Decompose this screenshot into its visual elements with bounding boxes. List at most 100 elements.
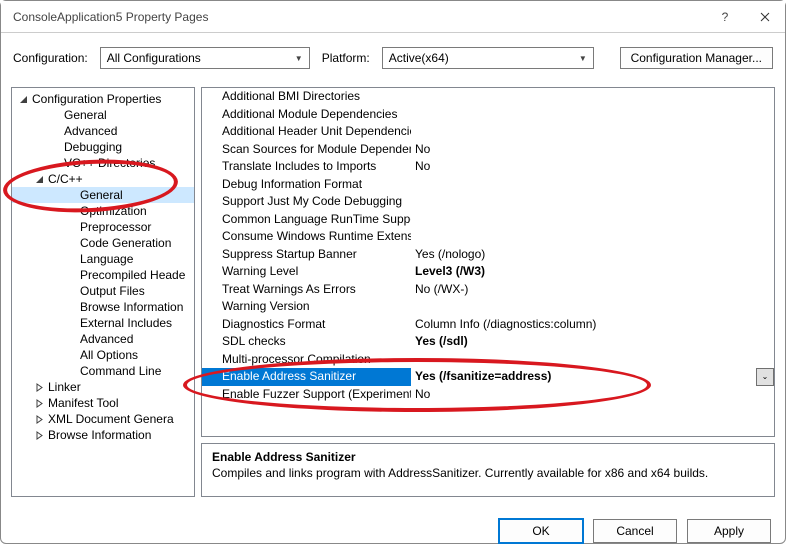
tree-item[interactable]: General bbox=[12, 187, 194, 203]
property-value[interactable]: Column Info (/diagnostics:column) bbox=[411, 316, 774, 334]
property-value[interactable]: Yes (/sdl) bbox=[411, 333, 774, 351]
property-name: Suppress Startup Banner bbox=[202, 246, 411, 264]
window-title: ConsoleApplication5 Property Pages bbox=[13, 10, 705, 24]
tree-pane[interactable]: Configuration PropertiesGeneralAdvancedD… bbox=[11, 87, 195, 497]
property-name: Enable Address Sanitizer bbox=[202, 368, 411, 386]
chevron-down-icon: ▼ bbox=[295, 54, 303, 63]
property-name: Enable Fuzzer Support (Experimental) bbox=[202, 386, 411, 404]
property-row[interactable]: Debug Information Format bbox=[202, 176, 774, 194]
cancel-button[interactable]: Cancel bbox=[593, 519, 677, 543]
property-value[interactable] bbox=[411, 176, 774, 194]
tree-item-linker[interactable]: Linker bbox=[12, 379, 194, 395]
tree-item[interactable]: General bbox=[12, 107, 194, 123]
property-value[interactable]: No bbox=[411, 141, 774, 159]
dialog-footer: OK Cancel Apply bbox=[1, 507, 785, 559]
property-value[interactable]: No (/WX-) bbox=[411, 281, 774, 299]
tree-item[interactable]: Advanced bbox=[12, 331, 194, 347]
configuration-dropdown[interactable]: All Configurations ▼ bbox=[100, 47, 310, 69]
property-row[interactable]: Enable Fuzzer Support (Experimental)No bbox=[202, 386, 774, 404]
property-name: Debug Information Format bbox=[202, 176, 411, 194]
expander-open-icon[interactable] bbox=[18, 94, 29, 105]
property-row[interactable]: Additional BMI Directories bbox=[202, 88, 774, 106]
tree-item[interactable]: Advanced bbox=[12, 123, 194, 139]
expander-closed-icon[interactable] bbox=[34, 414, 45, 425]
expander-closed-icon[interactable] bbox=[34, 430, 45, 441]
property-name: Additional Header Unit Dependencies bbox=[202, 123, 411, 141]
chevron-down-icon: ▼ bbox=[579, 54, 587, 63]
description-body: Compiles and links program with AddressS… bbox=[212, 466, 764, 480]
tree-item[interactable]: Code Generation bbox=[12, 235, 194, 251]
property-value[interactable]: Yes (/nologo) bbox=[411, 246, 774, 264]
property-row[interactable]: Treat Warnings As ErrorsNo (/WX-) bbox=[202, 281, 774, 299]
ok-button[interactable]: OK bbox=[499, 519, 583, 543]
right-pane: Additional BMI DirectoriesAdditional Mod… bbox=[201, 87, 775, 497]
tree-item[interactable]: VC++ Directories bbox=[12, 155, 194, 171]
property-value[interactable] bbox=[411, 88, 774, 106]
platform-label: Platform: bbox=[322, 51, 370, 65]
property-name: Multi-processor Compilation bbox=[202, 351, 411, 369]
tree-item-manifest[interactable]: Manifest Tool bbox=[12, 395, 194, 411]
property-value[interactable] bbox=[411, 123, 774, 141]
property-value[interactable] bbox=[411, 351, 774, 369]
property-name: Warning Version bbox=[202, 298, 411, 316]
property-value[interactable]: No bbox=[411, 386, 774, 404]
close-icon bbox=[760, 12, 770, 22]
property-dropdown-button[interactable]: ⌄ bbox=[756, 368, 774, 386]
help-button[interactable]: ? bbox=[705, 1, 745, 33]
expander-closed-icon[interactable] bbox=[34, 398, 45, 409]
property-name: Treat Warnings As Errors bbox=[202, 281, 411, 299]
property-value[interactable]: No bbox=[411, 158, 774, 176]
tree-item[interactable]: Optimization bbox=[12, 203, 194, 219]
property-row[interactable]: Enable Address SanitizerYes (/fsanitize=… bbox=[202, 368, 774, 386]
property-row[interactable]: Warning Version bbox=[202, 298, 774, 316]
property-row[interactable]: Scan Sources for Module DependenciesNo bbox=[202, 141, 774, 159]
property-row[interactable]: Multi-processor Compilation bbox=[202, 351, 774, 369]
property-row[interactable]: Diagnostics FormatColumn Info (/diagnost… bbox=[202, 316, 774, 334]
configuration-manager-button[interactable]: Configuration Manager... bbox=[620, 47, 773, 69]
description-title: Enable Address Sanitizer bbox=[212, 450, 764, 464]
property-grid[interactable]: Additional BMI DirectoriesAdditional Mod… bbox=[201, 87, 775, 437]
property-value[interactable] bbox=[411, 228, 774, 246]
property-row[interactable]: Additional Module Dependencies bbox=[202, 106, 774, 124]
property-row[interactable]: SDL checksYes (/sdl) bbox=[202, 333, 774, 351]
property-row[interactable]: Suppress Startup BannerYes (/nologo) bbox=[202, 246, 774, 264]
tree-item[interactable]: External Includes bbox=[12, 315, 194, 331]
property-value[interactable]: Level3 (/W3) bbox=[411, 263, 774, 281]
tree-item[interactable]: Command Line bbox=[12, 363, 194, 379]
apply-button[interactable]: Apply bbox=[687, 519, 771, 543]
property-row[interactable]: Additional Header Unit Dependencies bbox=[202, 123, 774, 141]
tree-item-browse[interactable]: Browse Information bbox=[12, 427, 194, 443]
tree-item[interactable]: Language bbox=[12, 251, 194, 267]
description-panel: Enable Address Sanitizer Compiles and li… bbox=[201, 443, 775, 497]
configuration-bar: Configuration: All Configurations ▼ Plat… bbox=[1, 33, 785, 87]
property-name: Additional BMI Directories bbox=[202, 88, 411, 106]
tree-item[interactable]: Output Files bbox=[12, 283, 194, 299]
property-value[interactable] bbox=[411, 106, 774, 124]
property-row[interactable]: Consume Windows Runtime Extension bbox=[202, 228, 774, 246]
tree-item[interactable]: All Options bbox=[12, 347, 194, 363]
property-name: Warning Level bbox=[202, 263, 411, 281]
tree-item-cxx[interactable]: C/C++ bbox=[12, 171, 194, 187]
tree-item-root[interactable]: Configuration Properties bbox=[12, 91, 194, 107]
property-row[interactable]: Warning LevelLevel3 (/W3) bbox=[202, 263, 774, 281]
property-row[interactable]: Support Just My Code Debugging bbox=[202, 193, 774, 211]
property-name: Support Just My Code Debugging bbox=[202, 193, 411, 211]
tree-item[interactable]: Preprocessor bbox=[12, 219, 194, 235]
property-row[interactable]: Common Language RunTime Support bbox=[202, 211, 774, 229]
expander-open-icon[interactable] bbox=[34, 174, 45, 185]
property-value[interactable] bbox=[411, 298, 774, 316]
property-name: Consume Windows Runtime Extension bbox=[202, 228, 411, 246]
property-value[interactable]: Yes (/fsanitize=address)⌄ bbox=[411, 368, 774, 386]
platform-dropdown[interactable]: Active(x64) ▼ bbox=[382, 47, 594, 69]
property-name: Scan Sources for Module Dependencies bbox=[202, 141, 411, 159]
tree-item[interactable]: Precompiled Heade bbox=[12, 267, 194, 283]
tree-item-xmldoc[interactable]: XML Document Genera bbox=[12, 411, 194, 427]
property-row[interactable]: Translate Includes to ImportsNo bbox=[202, 158, 774, 176]
property-value[interactable] bbox=[411, 211, 774, 229]
tree-item[interactable]: Debugging bbox=[12, 139, 194, 155]
property-value[interactable] bbox=[411, 193, 774, 211]
title-bar: ConsoleApplication5 Property Pages ? bbox=[1, 1, 785, 33]
expander-closed-icon[interactable] bbox=[34, 382, 45, 393]
tree-item[interactable]: Browse Information bbox=[12, 299, 194, 315]
close-button[interactable] bbox=[745, 1, 785, 33]
